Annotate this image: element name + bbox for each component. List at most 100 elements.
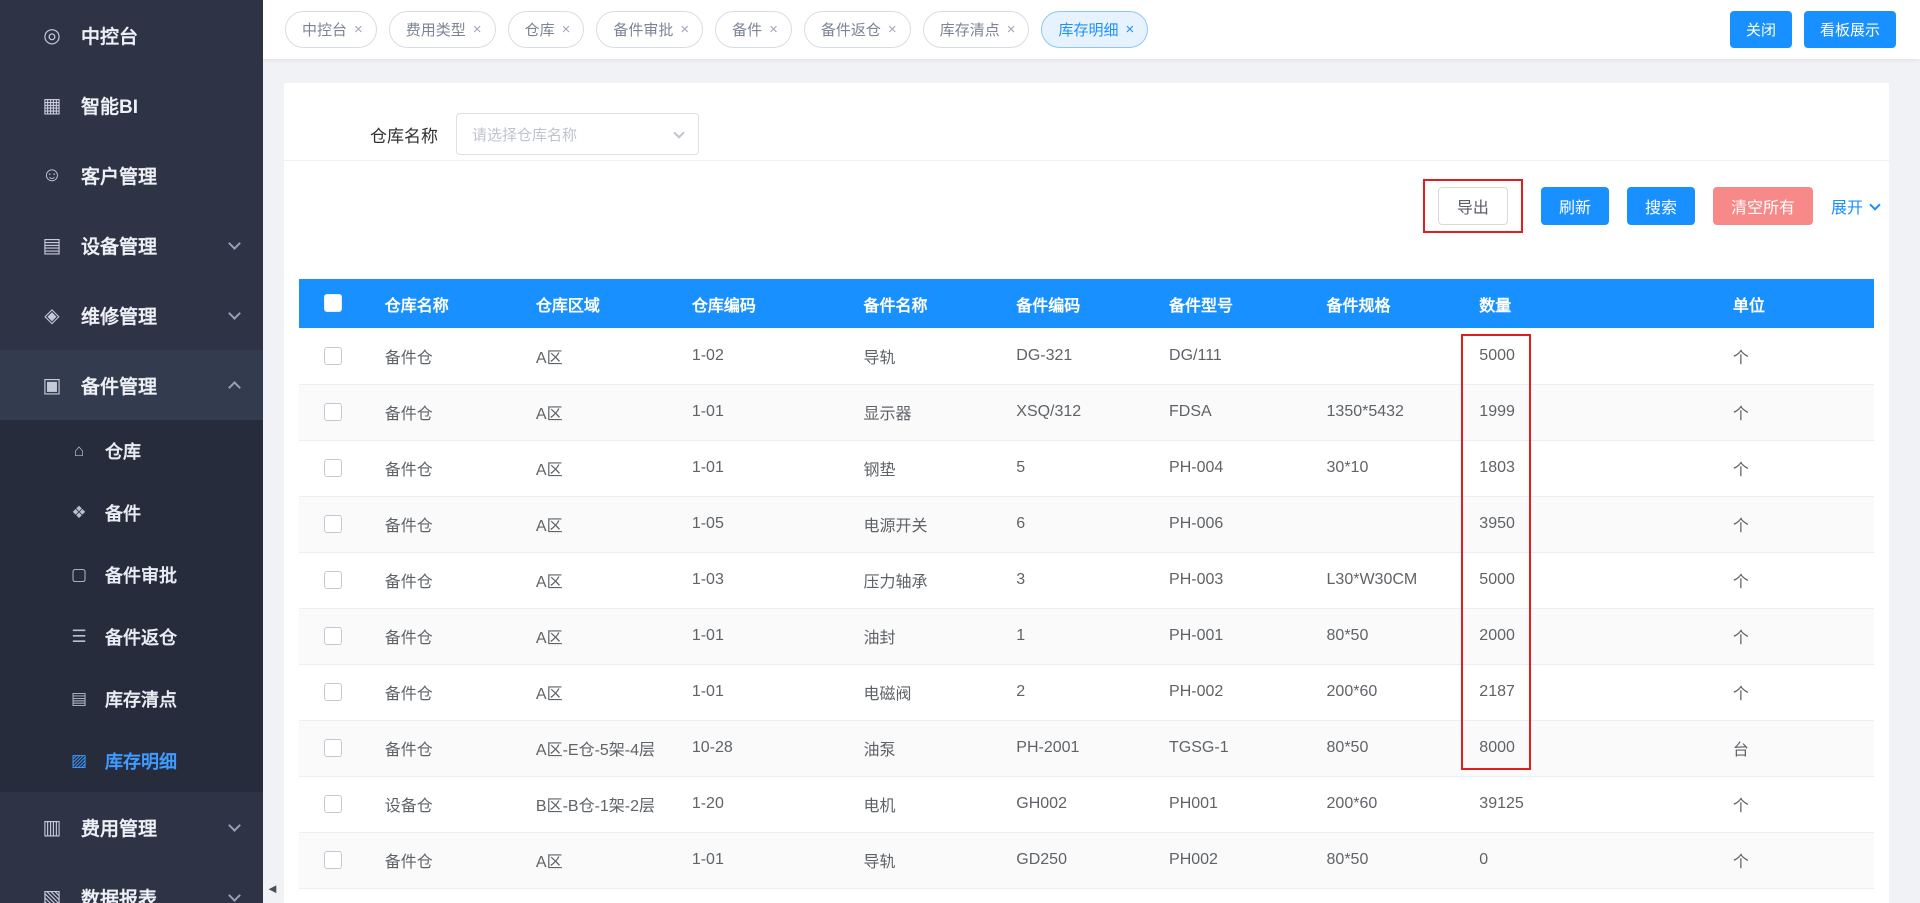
tab-inventory-count[interactable]: 库存清点 × xyxy=(922,11,1030,48)
row-checkbox[interactable] xyxy=(323,346,342,365)
cell: 备件仓 xyxy=(366,664,518,721)
device-icon: ▤ xyxy=(42,234,62,257)
row-checkbox[interactable] xyxy=(323,570,342,589)
row-checkbox[interactable] xyxy=(323,794,342,813)
row-checkbox[interactable] xyxy=(323,626,342,645)
table-row: 备件仓 A区-E仓-5架-4层 10-28 油泵 PH-2001 TGSG-1 80*50 8… xyxy=(299,720,1874,777)
row-checkbox[interactable] xyxy=(323,682,342,701)
cell: 80*50 xyxy=(1308,608,1462,665)
tab-warehouse[interactable]: 仓库 × xyxy=(507,11,585,48)
cell: 3950 xyxy=(1461,496,1715,553)
cell: 8000 xyxy=(1461,720,1715,777)
close-icon[interactable]: × xyxy=(562,22,571,37)
table-box: 仓库名称 仓库区域 仓库编码 备件名称 备件编码 备件型号 备件规格 数量 单位 备件仓 A区 1-… xyxy=(299,279,1874,889)
sidebar-item-spare-parts[interactable]: ❖ 备件 xyxy=(0,482,263,544)
warehouse-select[interactable]: 请选择仓库名称 xyxy=(456,113,699,155)
cell: 200*60 xyxy=(1308,776,1462,833)
row-select-cell xyxy=(299,496,367,553)
column-header: 单位 xyxy=(1714,279,1874,328)
sidebar-item-smart-bi[interactable]: ▦ 智能BI xyxy=(0,70,263,140)
sidebar: ◎ 中控台 ▦ 智能BI ☺ 客户管理 ▤ 设备管理 ◈ 维修管理 ▣ 备件管理 ⌂ 仓库 ❖ 备件 ▢ 备件审批… xyxy=(0,0,263,903)
cell: 油封 xyxy=(845,608,999,665)
sidebar-item-console[interactable]: ◎ 中控台 xyxy=(0,0,263,70)
row-select-cell xyxy=(299,832,367,889)
topbar: 中控台 × 费用类型 × 仓库 × 备件审批 × 备件 × 备件返仓 × 库存清点 × 库存明细 × 关闭 看… xyxy=(263,0,1920,59)
cell: A区 xyxy=(517,552,674,609)
cell: 显示器 xyxy=(845,384,999,441)
tab-label: 库存清点 xyxy=(939,22,1000,39)
board-display-button[interactable]: 看板展示 xyxy=(1803,11,1896,48)
cell: A区 xyxy=(517,608,674,665)
sidebar-item-label: 仓库 xyxy=(105,442,141,462)
row-checkbox[interactable] xyxy=(323,514,342,533)
row-checkbox[interactable] xyxy=(323,850,342,869)
sidebar-item-inventory-detail[interactable]: ▨ 库存明细 xyxy=(0,730,263,792)
row-checkbox[interactable] xyxy=(323,738,342,757)
tab-spare-parts[interactable]: 备件 × xyxy=(715,11,792,48)
sidebar-item-customer-mgmt[interactable]: ☺ 客户管理 xyxy=(0,140,263,210)
clear-all-button[interactable]: 清空所有 xyxy=(1712,187,1813,225)
refresh-button[interactable]: 刷新 xyxy=(1540,187,1609,225)
cell: A区 xyxy=(517,496,674,553)
expand-link-label: 展开 xyxy=(1830,200,1863,217)
close-icon[interactable]: × xyxy=(354,22,363,37)
close-icon[interactable]: × xyxy=(680,22,689,37)
close-icon[interactable]: × xyxy=(769,22,778,37)
sidebar-item-inventory-count[interactable]: ▤ 库存清点 xyxy=(0,668,263,730)
sidebar-item-label: 库存明细 xyxy=(105,752,177,772)
main-content: 仓库名称 请选择仓库名称 导出 刷新 搜索 清空所有 展开 仓库名称 仓库区域 … xyxy=(263,59,1920,903)
row-checkbox[interactable] xyxy=(323,402,342,421)
close-button[interactable]: 关闭 xyxy=(1729,11,1792,48)
close-icon[interactable]: × xyxy=(1125,22,1134,37)
sidebar-item-spare-return[interactable]: ☰ 备件返仓 xyxy=(0,606,263,668)
cell: A区 xyxy=(517,440,674,497)
bar-chart-icon: ▦ xyxy=(42,94,62,117)
row-select-cell xyxy=(299,328,367,385)
row-select-cell xyxy=(299,664,367,721)
cell: 个 xyxy=(1714,496,1874,553)
chevron-down-icon xyxy=(673,126,685,139)
cell: 2 xyxy=(998,664,1152,721)
cell: PH-2001 xyxy=(998,720,1152,777)
cell: 个 xyxy=(1714,552,1874,609)
cell: PH-006 xyxy=(1151,496,1309,553)
table-body: 备件仓 A区 1-02 导轨 DG-321 DG/111 5000 个备件仓 A区 1-01 显示器… xyxy=(299,328,1874,889)
cell: TGSG-1 xyxy=(1151,720,1309,777)
sidebar-item-repair-mgmt[interactable]: ◈ 维修管理 xyxy=(0,280,263,350)
close-icon[interactable]: × xyxy=(1007,22,1016,37)
cell: 备件仓 xyxy=(366,496,518,553)
cell: 个 xyxy=(1714,832,1874,889)
sidebar-item-spare-parts-mgmt[interactable]: ▣ 备件管理 xyxy=(0,350,263,420)
sidebar-item-label: 备件管理 xyxy=(81,376,158,398)
cell: 3 xyxy=(998,552,1152,609)
filter-row: 仓库名称 请选择仓库名称 xyxy=(284,83,1889,155)
row-select-cell xyxy=(299,608,367,665)
row-checkbox[interactable] xyxy=(323,458,342,477)
tab-expense-type[interactable]: 费用类型 × xyxy=(388,11,496,48)
chevron-down-icon xyxy=(1869,198,1881,211)
sidebar-item-warehouse[interactable]: ⌂ 仓库 xyxy=(0,420,263,482)
cell: GD250 xyxy=(998,832,1152,889)
cell: PH-004 xyxy=(1151,440,1309,497)
tab-spare-return[interactable]: 备件返仓 × xyxy=(803,11,911,48)
sidebar-submenu: ⌂ 仓库 ❖ 备件 ▢ 备件审批 ☰ 备件返仓 ▤ 库存清点 ▨ 库存明细 xyxy=(0,420,263,792)
select-all-checkbox[interactable] xyxy=(323,294,342,313)
cell: 1-20 xyxy=(673,776,846,833)
scroll-left-arrow[interactable]: ◄ xyxy=(266,882,279,895)
cell: 2187 xyxy=(1461,664,1715,721)
tab-spare-approval[interactable]: 备件审批 × xyxy=(596,11,704,48)
close-icon[interactable]: × xyxy=(473,22,482,37)
cell: 1 xyxy=(998,608,1152,665)
sidebar-item-spare-approval[interactable]: ▢ 备件审批 xyxy=(0,544,263,606)
sidebar-item-device-mgmt[interactable]: ▤ 设备管理 xyxy=(0,210,263,280)
export-button[interactable]: 导出 xyxy=(1437,187,1508,225)
cell: 备件仓 xyxy=(366,720,518,777)
close-icon[interactable]: × xyxy=(888,22,897,37)
sidebar-item-label: 库存清点 xyxy=(105,690,177,710)
search-button[interactable]: 搜索 xyxy=(1626,187,1695,225)
sidebar-item-data-report[interactable]: ▧ 数据报表 xyxy=(0,862,263,903)
tab-console[interactable]: 中控台 × xyxy=(285,11,377,48)
expand-link[interactable]: 展开 xyxy=(1830,194,1881,218)
sidebar-item-expense-mgmt[interactable]: ▥ 费用管理 xyxy=(0,792,263,862)
tab-inventory-detail[interactable]: 库存明细 × xyxy=(1041,11,1149,48)
